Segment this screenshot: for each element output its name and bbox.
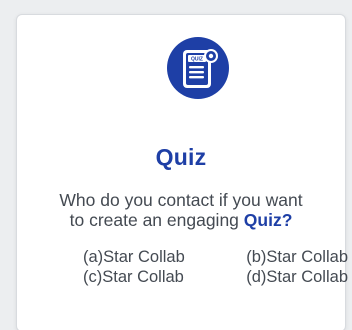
option-b[interactable]: (b)Star Collab (246, 247, 348, 267)
option-c[interactable]: (c)Star Collab (83, 267, 184, 287)
question-text: Who do you contact if you want to create… (17, 190, 345, 230)
answer-options: (a)Star Collab (b)Star Collab (c)Star Co… (83, 247, 352, 287)
quiz-card[interactable]: QUIZ Quiz Who do you contact if you want… (16, 14, 348, 330)
options-row-1: (a)Star Collab (b)Star Collab (83, 247, 348, 267)
card-title: Quiz (155, 144, 207, 170)
option-a[interactable]: (a)Star Collab (83, 247, 185, 267)
question-line-2-prefix: to create an engaging (69, 210, 244, 230)
question-emphasis: Quiz? (243, 210, 293, 230)
quiz-document-icon: QUIZ (167, 37, 229, 99)
question-line-2: to create an engaging Quiz? (17, 210, 345, 230)
question-line-1: Who do you contact if you want (59, 190, 303, 210)
quiz-icon: QUIZ (166, 36, 230, 100)
icon-label: QUIZ (191, 57, 203, 63)
option-d[interactable]: (d)Star Collab (246, 267, 348, 287)
page: QUIZ Quiz Who do you contact if you want… (0, 0, 352, 330)
options-row-2: (c)Star Collab (d)Star Collab (83, 267, 348, 287)
